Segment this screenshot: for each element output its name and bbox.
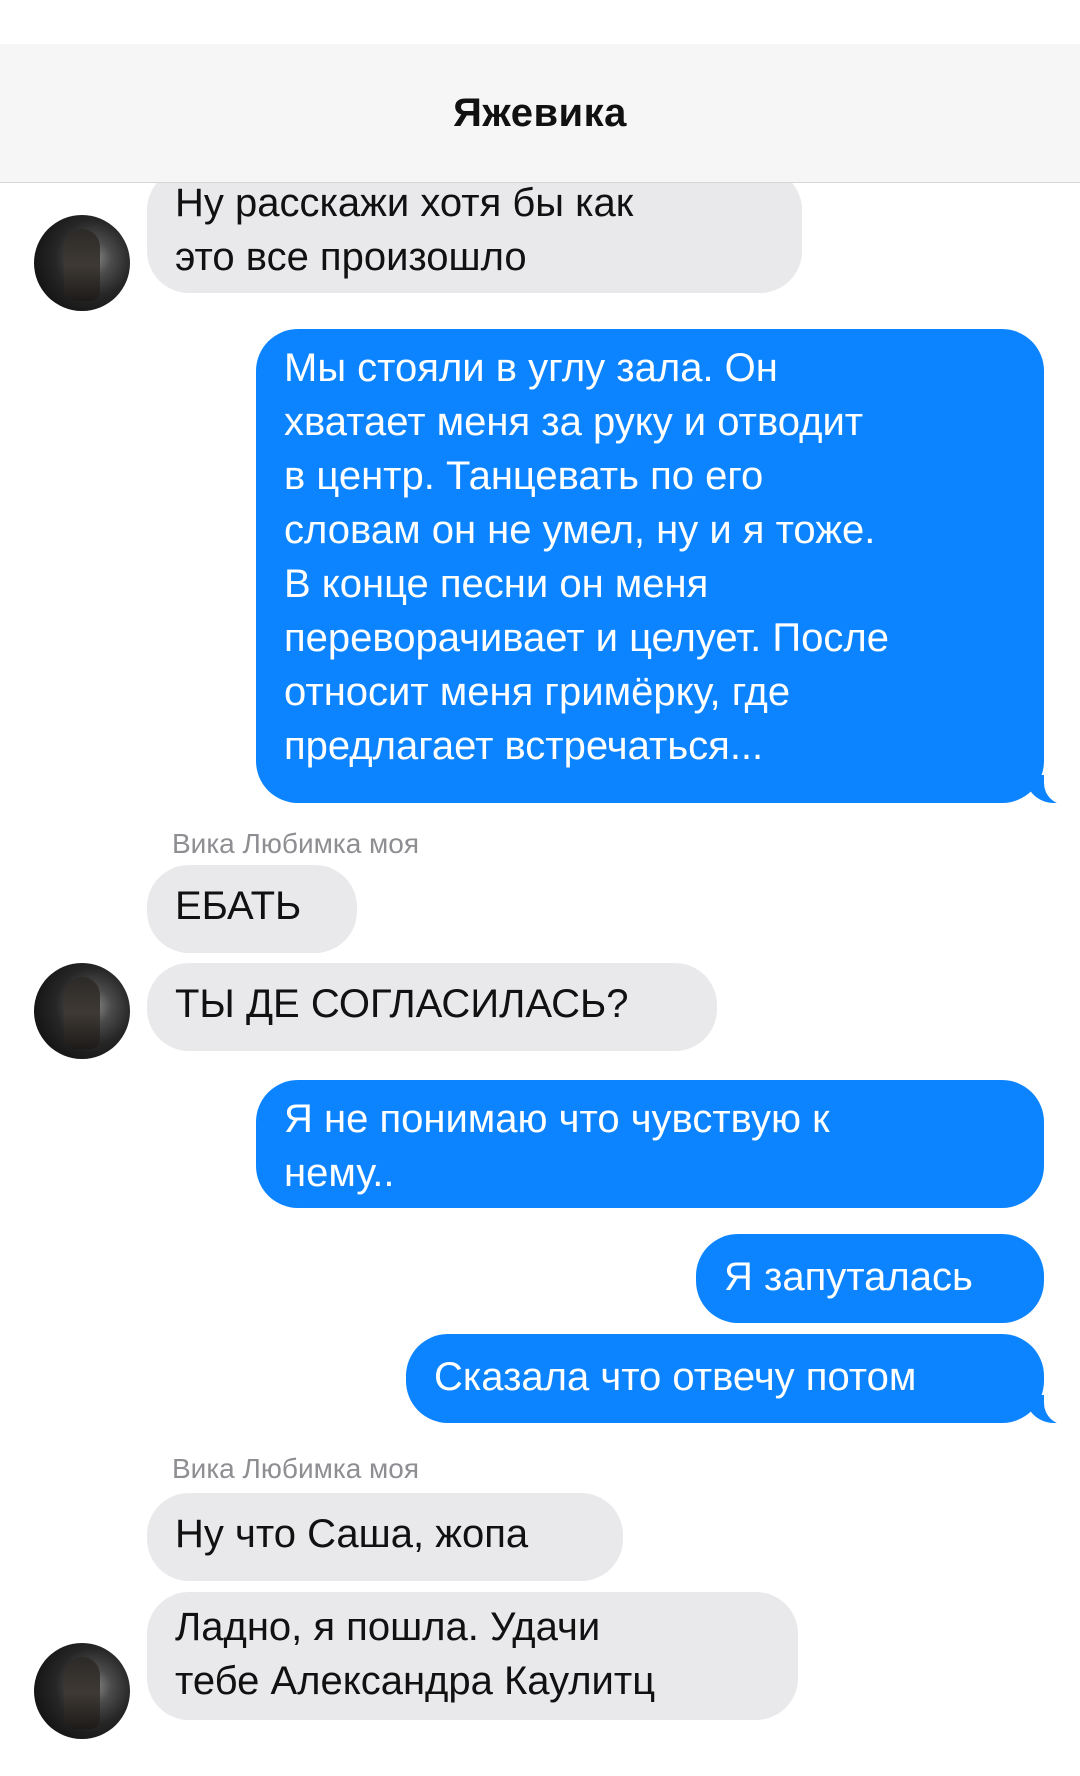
outgoing-message[interactable]: Мы стояли в углу зала. Он хватает меня з… [256, 329, 1078, 805]
contact-avatar-icon[interactable] [34, 1643, 130, 1739]
contact-avatar-icon[interactable] [34, 215, 130, 311]
incoming-message[interactable]: Ну что Саша, жопа [147, 1493, 623, 1581]
outgoing-message[interactable]: Я запуталась [696, 1234, 1044, 1323]
chat-header: Яжевика [0, 44, 1080, 183]
outgoing-message[interactable]: Сказала что отвечу потом [406, 1334, 1078, 1425]
outgoing-message[interactable]: Я не понимаю что чувствую к нему.. [256, 1080, 1044, 1208]
status-strip [0, 0, 1080, 46]
incoming-message[interactable]: Ладно, я пошла. Удачи тебе Александра Ка… [147, 1592, 798, 1720]
sender-name: Вика Любимка моя [172, 1453, 420, 1484]
incoming-message[interactable]: ЕБАТЬ [147, 865, 357, 953]
contact-avatar-icon[interactable] [34, 963, 130, 1059]
sender-name: Вика Любимка моя [172, 828, 420, 859]
incoming-message[interactable]: Ну расскажи хотя бы как это все произошл… [147, 183, 802, 293]
contact-name[interactable]: Яжевика [453, 91, 627, 136]
message-list[interactable]: Ну расскажи хотя бы как это все произошл… [0, 183, 1080, 1776]
incoming-message[interactable]: ТЫ ДЕ СОГЛАСИЛАСЬ? [147, 963, 717, 1051]
